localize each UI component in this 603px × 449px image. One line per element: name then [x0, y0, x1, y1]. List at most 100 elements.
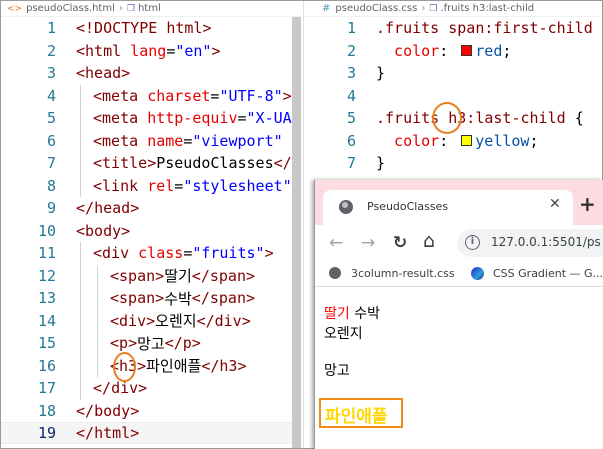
code-line[interactable]: 10 < body >	[1, 220, 301, 242]
tab-strip: PseudoClasses ✕ +	[315, 180, 603, 225]
color-swatch-icon[interactable]	[461, 135, 473, 147]
code-text: < span > 딸기 </span >	[110, 265, 255, 286]
code-line[interactable]: 1 <!DOCTYPE html >	[1, 17, 301, 39]
line-number: 5	[46, 109, 56, 127]
home-icon[interactable]: ⌂	[423, 230, 435, 252]
code-token: 딸기	[164, 267, 192, 285]
address-bar[interactable]: i 127.0.0.1:5501/ps	[457, 229, 603, 257]
code-token: http-equiv	[147, 109, 238, 127]
color-swatch-icon[interactable]	[461, 45, 473, 57]
breadcrumb-file[interactable]: pseudoClass.html	[26, 3, 115, 14]
code-token: {	[574, 109, 584, 128]
strawberry-text: 딸기	[324, 306, 350, 322]
code-token: html	[85, 41, 131, 60]
code-line[interactable]: 19 </html >	[1, 422, 301, 444]
code-token: h3	[219, 356, 238, 375]
code-token: link	[102, 176, 148, 195]
code-line[interactable]: 1 .fruits span:first-child {	[304, 17, 602, 40]
code-token: <	[93, 131, 103, 150]
indent-guide	[97, 264, 98, 377]
code-token: p	[119, 334, 129, 352]
code-token: >	[147, 154, 157, 172]
code-line[interactable]: 13 < span > 수박 </span >	[1, 287, 301, 309]
code-text: < div > 오렌지 </div >	[110, 310, 251, 331]
code-token: html	[166, 19, 203, 37]
forward-arrow-icon[interactable]: →	[361, 233, 375, 253]
selector-icon: ❒	[429, 3, 438, 14]
line-number: 17	[37, 379, 56, 397]
line-number: 7	[346, 154, 356, 173]
gradient-logo-icon	[471, 267, 484, 280]
code-line[interactable]: 9 </head >	[1, 197, 301, 219]
line-number: 18	[37, 401, 56, 420]
code-token: <	[76, 221, 86, 240]
code-token: red	[475, 41, 503, 60]
code-line[interactable]: 8 <link rel="stylesheet" hre	[1, 175, 301, 197]
code-line[interactable]: 14 < div > 오렌지 </div >	[1, 310, 301, 332]
html-editor[interactable]: <> pseudoClass.html › ❒ html 1 <!DOCTYPE …	[1, 1, 301, 448]
code-token: >	[155, 266, 165, 285]
code-token: "stylesheet"	[183, 176, 292, 195]
code-line[interactable]: 5 <meta http-equiv="X-UA-Com	[1, 107, 301, 129]
code-text: <meta name="viewport" cont	[93, 132, 301, 150]
vertical-scrollbar[interactable]	[292, 17, 301, 448]
watermelon-text: 수박	[354, 306, 380, 322]
code-line[interactable]: 7}	[304, 152, 602, 175]
code-text: }	[376, 154, 385, 172]
code-text: color: yellow;	[376, 131, 539, 150]
close-icon[interactable]: ✕	[549, 196, 561, 212]
tab-title: PseudoClasses	[367, 200, 449, 213]
code-token: <	[93, 109, 103, 127]
code-token: <	[110, 289, 120, 307]
code-line[interactable]: 6 <meta name="viewport" cont	[1, 130, 301, 152]
reload-icon[interactable]: ↻	[393, 233, 407, 253]
bookmark-item[interactable]: 3column-result.css	[351, 267, 455, 280]
breadcrumb-file[interactable]: pseudoClass.css	[335, 3, 417, 14]
bookmark-item[interactable]: CSS Gradient — G...	[493, 267, 603, 280]
code-line[interactable]: 3}	[304, 62, 602, 85]
line-number: 3	[46, 64, 56, 82]
code-token: span	[119, 289, 156, 307]
line-number: 9	[46, 199, 56, 217]
url-text[interactable]: 127.0.0.1:5501/ps	[491, 235, 601, 249]
code-token: color	[376, 41, 440, 60]
code-token: 파인애플	[146, 357, 202, 375]
code-line[interactable]: 3 < head >	[1, 62, 301, 84]
code-line[interactable]: 12 < span > 딸기 </span >	[1, 265, 301, 287]
code-token: </	[196, 311, 215, 330]
code-line[interactable]: 11 < div class = "fruits" >	[1, 242, 301, 264]
code-line[interactable]: 4 < meta charset = "UTF-8" >	[1, 85, 301, 107]
breadcrumb-node[interactable]: .fruits h3:last-child	[440, 3, 534, 14]
info-icon[interactable]: i	[465, 235, 480, 250]
code-text: < meta charset = "UTF-8" >	[93, 87, 292, 105]
code-token: }	[376, 64, 386, 83]
code-token: =	[210, 86, 220, 105]
code-token: p	[182, 334, 192, 352]
line-number: 6	[346, 131, 356, 150]
code-line[interactable]: 2 < html lang = "en" >	[1, 40, 301, 62]
breadcrumb-node[interactable]: html	[138, 3, 161, 14]
css-breadcrumb: # pseudoClass.css › ❒ .fruits h3:last-ch…	[304, 1, 602, 17]
code-text: </html >	[76, 424, 139, 442]
code-line[interactable]: 7<title>PseudoClasses</titl	[1, 152, 301, 174]
code-token: ;	[529, 131, 539, 150]
code-line[interactable]: 6 color: yellow;	[304, 130, 602, 153]
code-token: class	[138, 244, 184, 262]
code-line[interactable]: 17 </div >	[1, 377, 301, 399]
new-tab-button[interactable]: +	[579, 192, 596, 216]
code-line[interactable]: 16 < h3 > 파인애플 </h3 >	[1, 355, 301, 377]
code-line[interactable]: 18 </body >	[1, 400, 301, 422]
code-token: >	[138, 379, 148, 397]
code-text: < head >	[76, 64, 130, 82]
chevron-right-icon: ›	[118, 3, 123, 14]
code-token: </	[76, 424, 95, 442]
code-token: >	[130, 199, 140, 217]
code-line[interactable]: 15 < p > 망고 </p >	[1, 332, 301, 354]
code-text: </head >	[76, 199, 139, 217]
browser-tab[interactable]: PseudoClasses ✕	[323, 190, 573, 225]
code-token: <	[76, 41, 86, 60]
line-number: 13	[37, 289, 56, 307]
orange-text: 오렌지	[324, 326, 363, 342]
back-arrow-icon[interactable]: ←	[329, 233, 343, 253]
code-line[interactable]: 2 color: red;	[304, 40, 602, 63]
